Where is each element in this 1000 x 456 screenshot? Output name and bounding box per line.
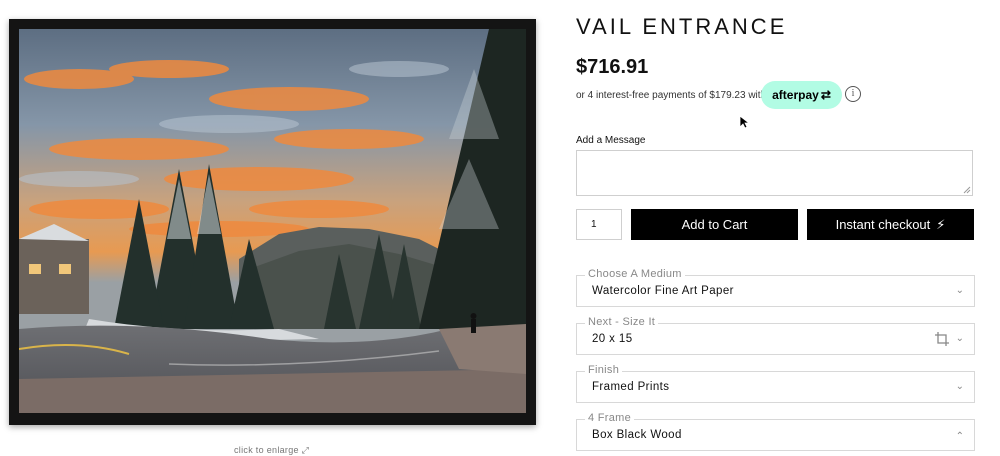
medium-select-value: Watercolor Fine Art Paper <box>592 285 734 297</box>
product-price: $716.91 <box>576 56 649 78</box>
resize-grip-icon[interactable] <box>963 186 971 194</box>
chevron-up-icon: ⌃ <box>955 431 964 442</box>
crop-icon[interactable] <box>934 331 950 347</box>
add-to-cart-button[interactable]: Add to Cart <box>631 209 798 240</box>
info-icon[interactable]: i <box>845 86 861 102</box>
product-title: VAIL ENTRANCE <box>576 14 788 39</box>
frame-select-label: 4 Frame <box>585 412 635 424</box>
instant-checkout-label: Instant checkout <box>835 217 931 232</box>
afterpay-badge[interactable]: afterpay ⇄ <box>761 81 842 109</box>
message-textarea[interactable] <box>576 150 973 196</box>
mouse-pointer-icon <box>739 115 751 129</box>
chevron-down-icon: ⌄ <box>955 285 964 296</box>
afterpay-label: afterpay <box>772 88 819 102</box>
size-select-value: 20 x 15 <box>592 333 633 345</box>
instant-checkout-button[interactable]: Instant checkout ⚡︎ <box>807 209 974 240</box>
afterpay-loop-icon: ⇄ <box>820 88 831 102</box>
click-to-enlarge-link[interactable]: click to enlarge ⤢ <box>234 445 309 456</box>
medium-select[interactable]: Choose A Medium Watercolor Fine Art Pape… <box>576 268 975 307</box>
medium-select-label: Choose A Medium <box>585 268 685 280</box>
lightning-icon: ⚡︎ <box>936 216 946 232</box>
artwork-photo[interactable] <box>19 29 526 413</box>
frame-select-value: Box Black Wood <box>592 429 682 441</box>
chevron-down-icon: ⌄ <box>955 333 964 344</box>
chevron-down-icon: ⌄ <box>955 381 964 392</box>
quantity-input[interactable] <box>576 209 622 240</box>
installments-text: or 4 interest-free payments of $179.23 w… <box>576 90 767 101</box>
size-select[interactable]: Next - Size It 20 x 15 ⌄ <box>576 316 975 355</box>
vail-entrance-image <box>19 29 526 413</box>
size-select-label: Next - Size It <box>585 316 659 328</box>
finish-select-value: Framed Prints <box>592 381 670 393</box>
frame-select[interactable]: 4 Frame Box Black Wood ⌃ <box>576 412 975 451</box>
finish-select-label: Finish <box>585 364 623 376</box>
message-label: Add a Message <box>576 135 646 146</box>
finish-select[interactable]: Finish Framed Prints ⌄ <box>576 364 975 403</box>
framed-artwork[interactable] <box>9 19 536 425</box>
add-to-cart-label: Add to Cart <box>681 217 748 232</box>
